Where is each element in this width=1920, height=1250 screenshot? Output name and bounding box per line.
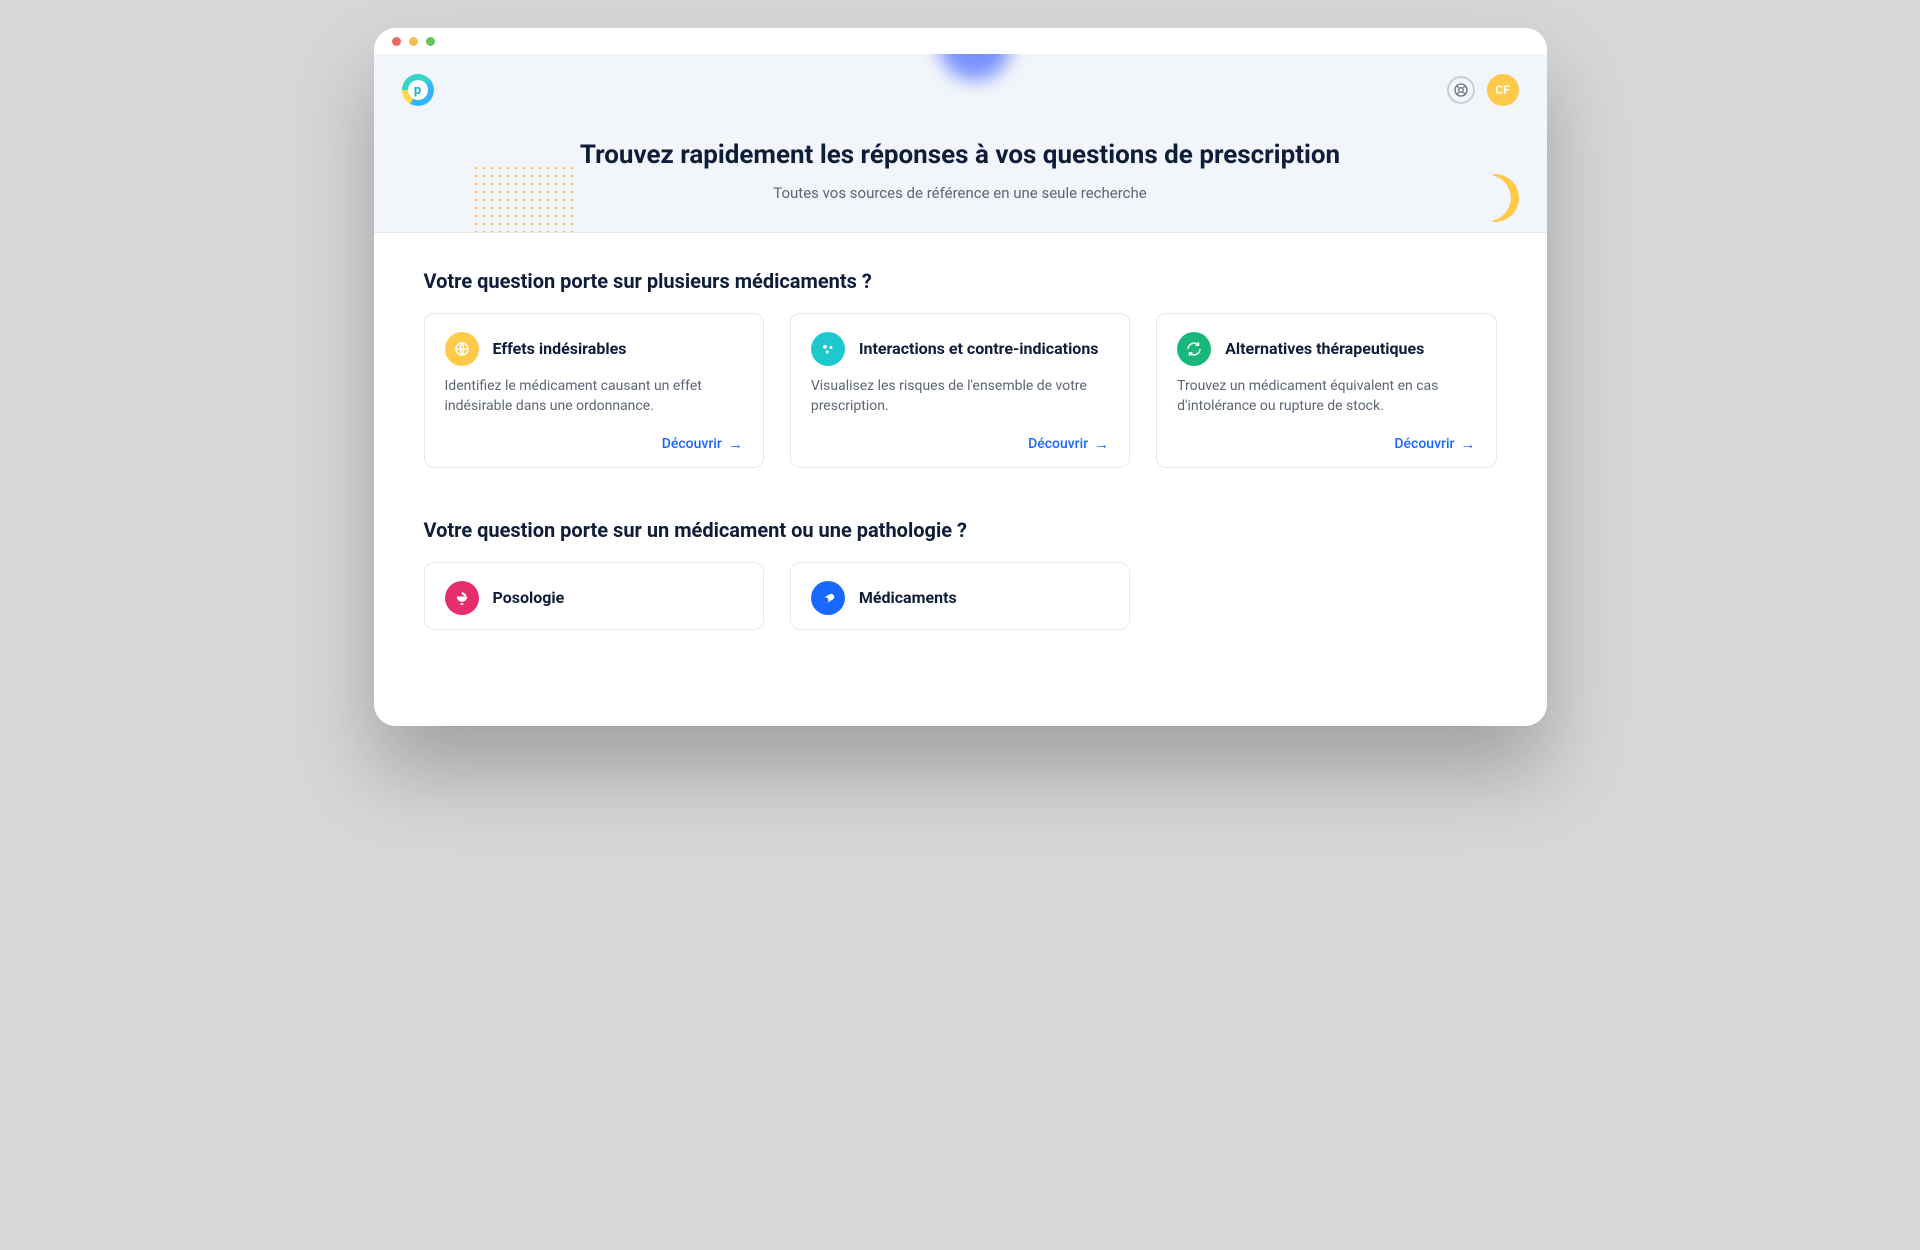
page-subtitle: Toutes vos sources de référence en une s… [374, 184, 1547, 202]
app-root: p CF Trouvez rapidement les réponses à v… [374, 54, 1547, 726]
card-title: Posologie [493, 588, 565, 608]
card-desc: Identifiez le médicament causant un effe… [445, 376, 743, 417]
card-posologie[interactable]: Posologie [424, 562, 764, 630]
card-title: Interactions et contre-indications [859, 339, 1099, 359]
globe-icon [445, 332, 479, 366]
app-window: p CF Trouvez rapidement les réponses à v… [374, 28, 1547, 726]
card-title: Alternatives thérapeutiques [1225, 339, 1424, 359]
browser-chrome [374, 28, 1547, 54]
main-content: Votre question porte sur plusieurs médic… [374, 233, 1547, 726]
arrow-right-icon: → [728, 435, 743, 453]
section-multi-title: Votre question porte sur plusieurs médic… [424, 269, 1497, 293]
card-alternatives[interactable]: Alternatives thérapeutiques Trouvez un m… [1156, 313, 1496, 468]
card-title: Effets indésirables [493, 339, 627, 359]
avatar[interactable]: CF [1487, 74, 1519, 106]
link-label: Découvrir [1028, 436, 1088, 452]
card-interactions[interactable]: Interactions et contre-indications Visua… [790, 313, 1130, 468]
link-label: Découvrir [662, 436, 722, 452]
link-label: Découvrir [1394, 436, 1454, 452]
pill-icon [811, 581, 845, 615]
discover-link[interactable]: Découvrir → [1394, 427, 1475, 453]
card-row-multi: Effets indésirables Identifiez le médica… [424, 313, 1497, 468]
card-effets-indesirables[interactable]: Effets indésirables Identifiez le médica… [424, 313, 764, 468]
card-desc: Trouvez un médicament équivalent en cas … [1177, 376, 1475, 417]
arrow-right-icon: → [1094, 435, 1109, 453]
minimize-icon[interactable] [409, 37, 418, 46]
hero: p CF Trouvez rapidement les réponses à v… [374, 54, 1547, 233]
card-medicaments[interactable]: Médicaments [790, 562, 1130, 630]
card-desc: Visualisez les risques de l'ensemble de … [811, 376, 1109, 417]
arrow-right-icon: → [1461, 435, 1476, 453]
brand-logo[interactable]: p [402, 74, 434, 106]
mortar-icon [445, 581, 479, 615]
topbar-right: CF [1447, 74, 1519, 106]
section-single-title: Votre question porte sur un médicament o… [424, 518, 1497, 542]
close-icon[interactable] [392, 37, 401, 46]
lifebuoy-icon [1453, 82, 1469, 98]
swap-icon [1177, 332, 1211, 366]
card-title: Médicaments [859, 588, 957, 608]
zoom-icon[interactable] [426, 37, 435, 46]
topbar: p CF [374, 54, 1547, 106]
discover-link[interactable]: Découvrir → [1028, 427, 1109, 453]
discover-link[interactable]: Découvrir → [662, 427, 743, 453]
page-title: Trouvez rapidement les réponses à vos qu… [374, 140, 1547, 170]
card-row-single: Posologie Médicaments [424, 562, 1497, 630]
molecule-icon [811, 332, 845, 366]
help-button[interactable] [1447, 76, 1475, 104]
